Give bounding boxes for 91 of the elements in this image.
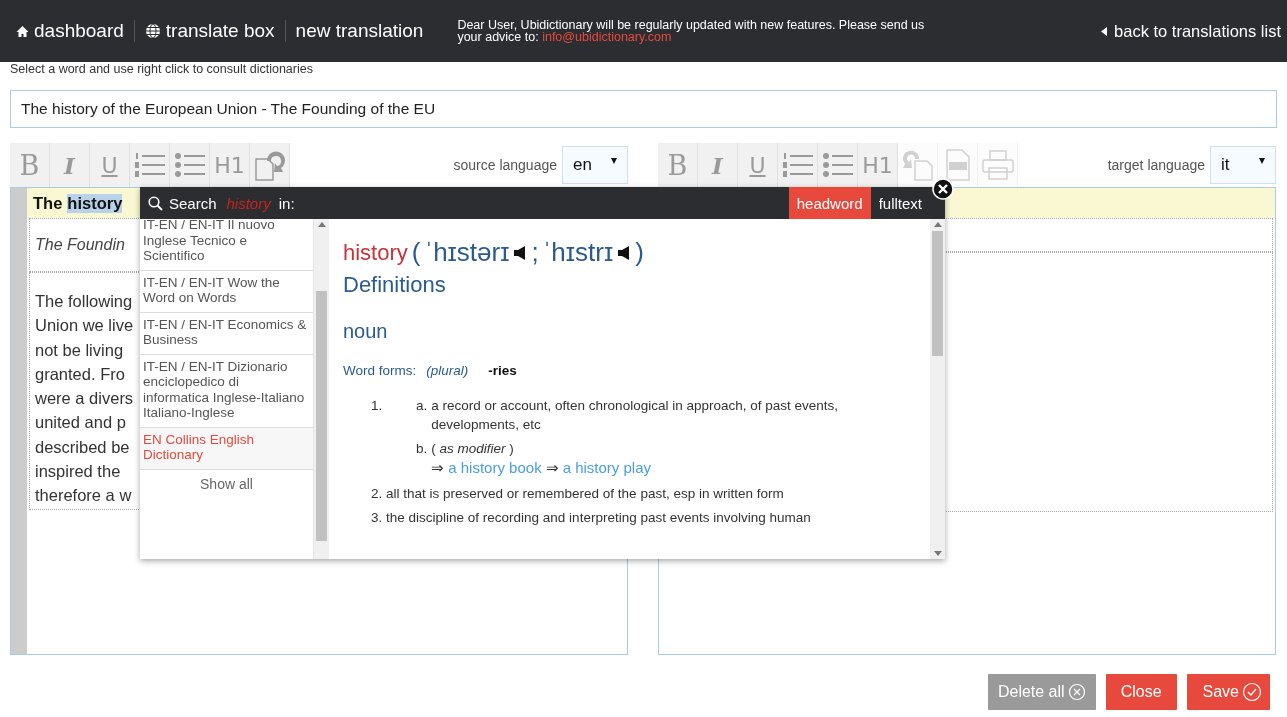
document-arrow-icon	[900, 149, 935, 181]
word-forms-note: (plural)	[426, 363, 469, 378]
notice-text: Dear User, Ubidictionary will be regularly updated with new features. Please send us your advice to: info@ubidictionary.com	[457, 19, 926, 43]
title-field[interactable]: The history of the European Union - The Founding of the EU	[10, 90, 1277, 128]
language-label: target language	[1107, 157, 1205, 173]
save-button[interactable]: Save	[1186, 674, 1270, 710]
arrow-glyph: ⇒	[545, 458, 559, 477]
caret-icon	[1259, 158, 1265, 164]
close-button[interactable]: Close	[1105, 674, 1177, 710]
bullet-list-button[interactable]	[170, 143, 210, 187]
numbered-list-icon	[133, 151, 166, 179]
section-heading: Definitions	[343, 272, 447, 298]
selected-word: history	[67, 193, 123, 213]
sense-letter: a.	[416, 397, 428, 415]
editor-text-line: therefore a w	[35, 485, 132, 507]
editor-text-line: granted. Fro	[35, 363, 125, 385]
definition-text: 3. the discipline of recording and interpreting past events involving human	[371, 510, 812, 525]
editor-text-line: The following	[35, 291, 133, 312]
usage-note: ( as modifier )	[431, 440, 515, 458]
search-icon	[148, 195, 163, 211]
language-select[interactable]: en	[562, 146, 628, 184]
editor-text-line: united and p	[35, 412, 126, 434]
pronunciation: ˈhɪstərɪ	[424, 237, 510, 268]
search-in-label: in:	[278, 194, 295, 212]
underline-button[interactable]: U	[90, 143, 130, 187]
word-forms-label: Word forms:	[343, 363, 417, 378]
search-term: history	[226, 194, 271, 212]
nav-link[interactable]: dashboard	[6, 20, 135, 42]
search-label: Search	[169, 194, 217, 212]
ordered-list-button[interactable]	[778, 143, 818, 187]
bullet-list-icon	[821, 151, 854, 179]
speaker-icon[interactable]	[513, 244, 528, 261]
delete-button[interactable]: Delete all	[987, 674, 1096, 710]
heading-button[interactable]: H1	[858, 143, 898, 187]
underline-button[interactable]: U	[738, 143, 778, 187]
sense-number: 1.	[371, 397, 384, 415]
example-link[interactable]: a history play	[562, 458, 652, 477]
check-circle-icon	[1242, 682, 1262, 702]
part-of-speech: noun	[343, 320, 389, 343]
language-label: source language	[453, 157, 557, 173]
pronunciation: ˈhɪstrɪ	[542, 237, 614, 268]
headword: history	[343, 239, 408, 266]
bracket: (	[411, 237, 421, 268]
dictionary-item[interactable]: IT-EN / EN-IT Il nuovo Inglese Tecnico e Scientifico	[140, 219, 313, 271]
home-icon	[16, 24, 29, 38]
scrollbar[interactable]	[314, 219, 329, 559]
numbered-list-icon	[781, 151, 814, 179]
dictionary-item[interactable]: IT-EN / EN-IT Economics & Business	[140, 312, 313, 355]
editor-text: The	[33, 193, 63, 213]
example-link[interactable]: a history book	[448, 458, 542, 477]
editor-text-line: described be	[35, 436, 130, 458]
separator: ;	[531, 237, 539, 268]
show-all-link[interactable]: Show all	[140, 469, 313, 498]
triangle-left-icon	[1101, 26, 1108, 36]
import-button[interactable]	[250, 143, 290, 187]
editor-text-line: inspired the	[35, 461, 121, 483]
speaker-icon[interactable]	[617, 244, 632, 261]
bold-button[interactable]: B	[10, 143, 50, 187]
editor-text-line: Union we live	[35, 315, 134, 337]
bracket: )	[635, 237, 644, 268]
definition-text: a record or account, often chronological in approach, of past events, developments, etc	[431, 397, 839, 434]
italic-button[interactable]: I	[50, 143, 90, 187]
back-link[interactable]: back to translations list	[1101, 21, 1281, 41]
arrow-glyph: ⇒	[431, 458, 445, 477]
dictionary-item[interactable]: IT-EN / EN-IT Dizionario enciclopedico di informatica Inglese-Italiano Italiano-Inglese	[140, 354, 313, 428]
doc-file-icon	[944, 149, 971, 181]
bold-button[interactable]: B	[658, 143, 698, 187]
nav-link[interactable]: translate box	[134, 20, 286, 42]
word-form: -ries	[488, 363, 517, 378]
language-select[interactable]: it	[1210, 146, 1276, 184]
close-circle-icon	[1067, 683, 1086, 701]
dictionary-item[interactable]: EN Collins English Dictionary	[140, 427, 313, 470]
heading-button[interactable]: H1	[210, 143, 250, 187]
search-mode-tab[interactable]: headword	[788, 187, 871, 219]
editor-text-line: were a divers	[35, 388, 134, 410]
printer-icon	[981, 150, 1014, 180]
editor-subtitle: The Foundin	[35, 236, 125, 254]
bullet-list-icon	[173, 151, 206, 179]
ordered-list-button[interactable]	[130, 143, 170, 187]
bullet-list-button[interactable]	[818, 143, 858, 187]
italic-button[interactable]: I	[698, 143, 738, 187]
sense-letter: b.	[416, 440, 428, 458]
editor-text-line: not be living	[35, 339, 124, 361]
globe-icon	[144, 23, 161, 39]
nav-link[interactable]: new translation	[285, 20, 434, 42]
scrollbar[interactable]	[930, 219, 945, 559]
dictionary-item[interactable]: IT-EN / EN-IT Wow the Word on Words	[140, 270, 313, 313]
caret-icon	[611, 158, 617, 164]
document-arrow-icon	[252, 149, 287, 181]
definition-text: 2. all that is preserved or remembered of the past, esp in written form	[371, 486, 785, 501]
hint-text: Select a word and use right click to consult dictionaries	[9, 62, 314, 78]
